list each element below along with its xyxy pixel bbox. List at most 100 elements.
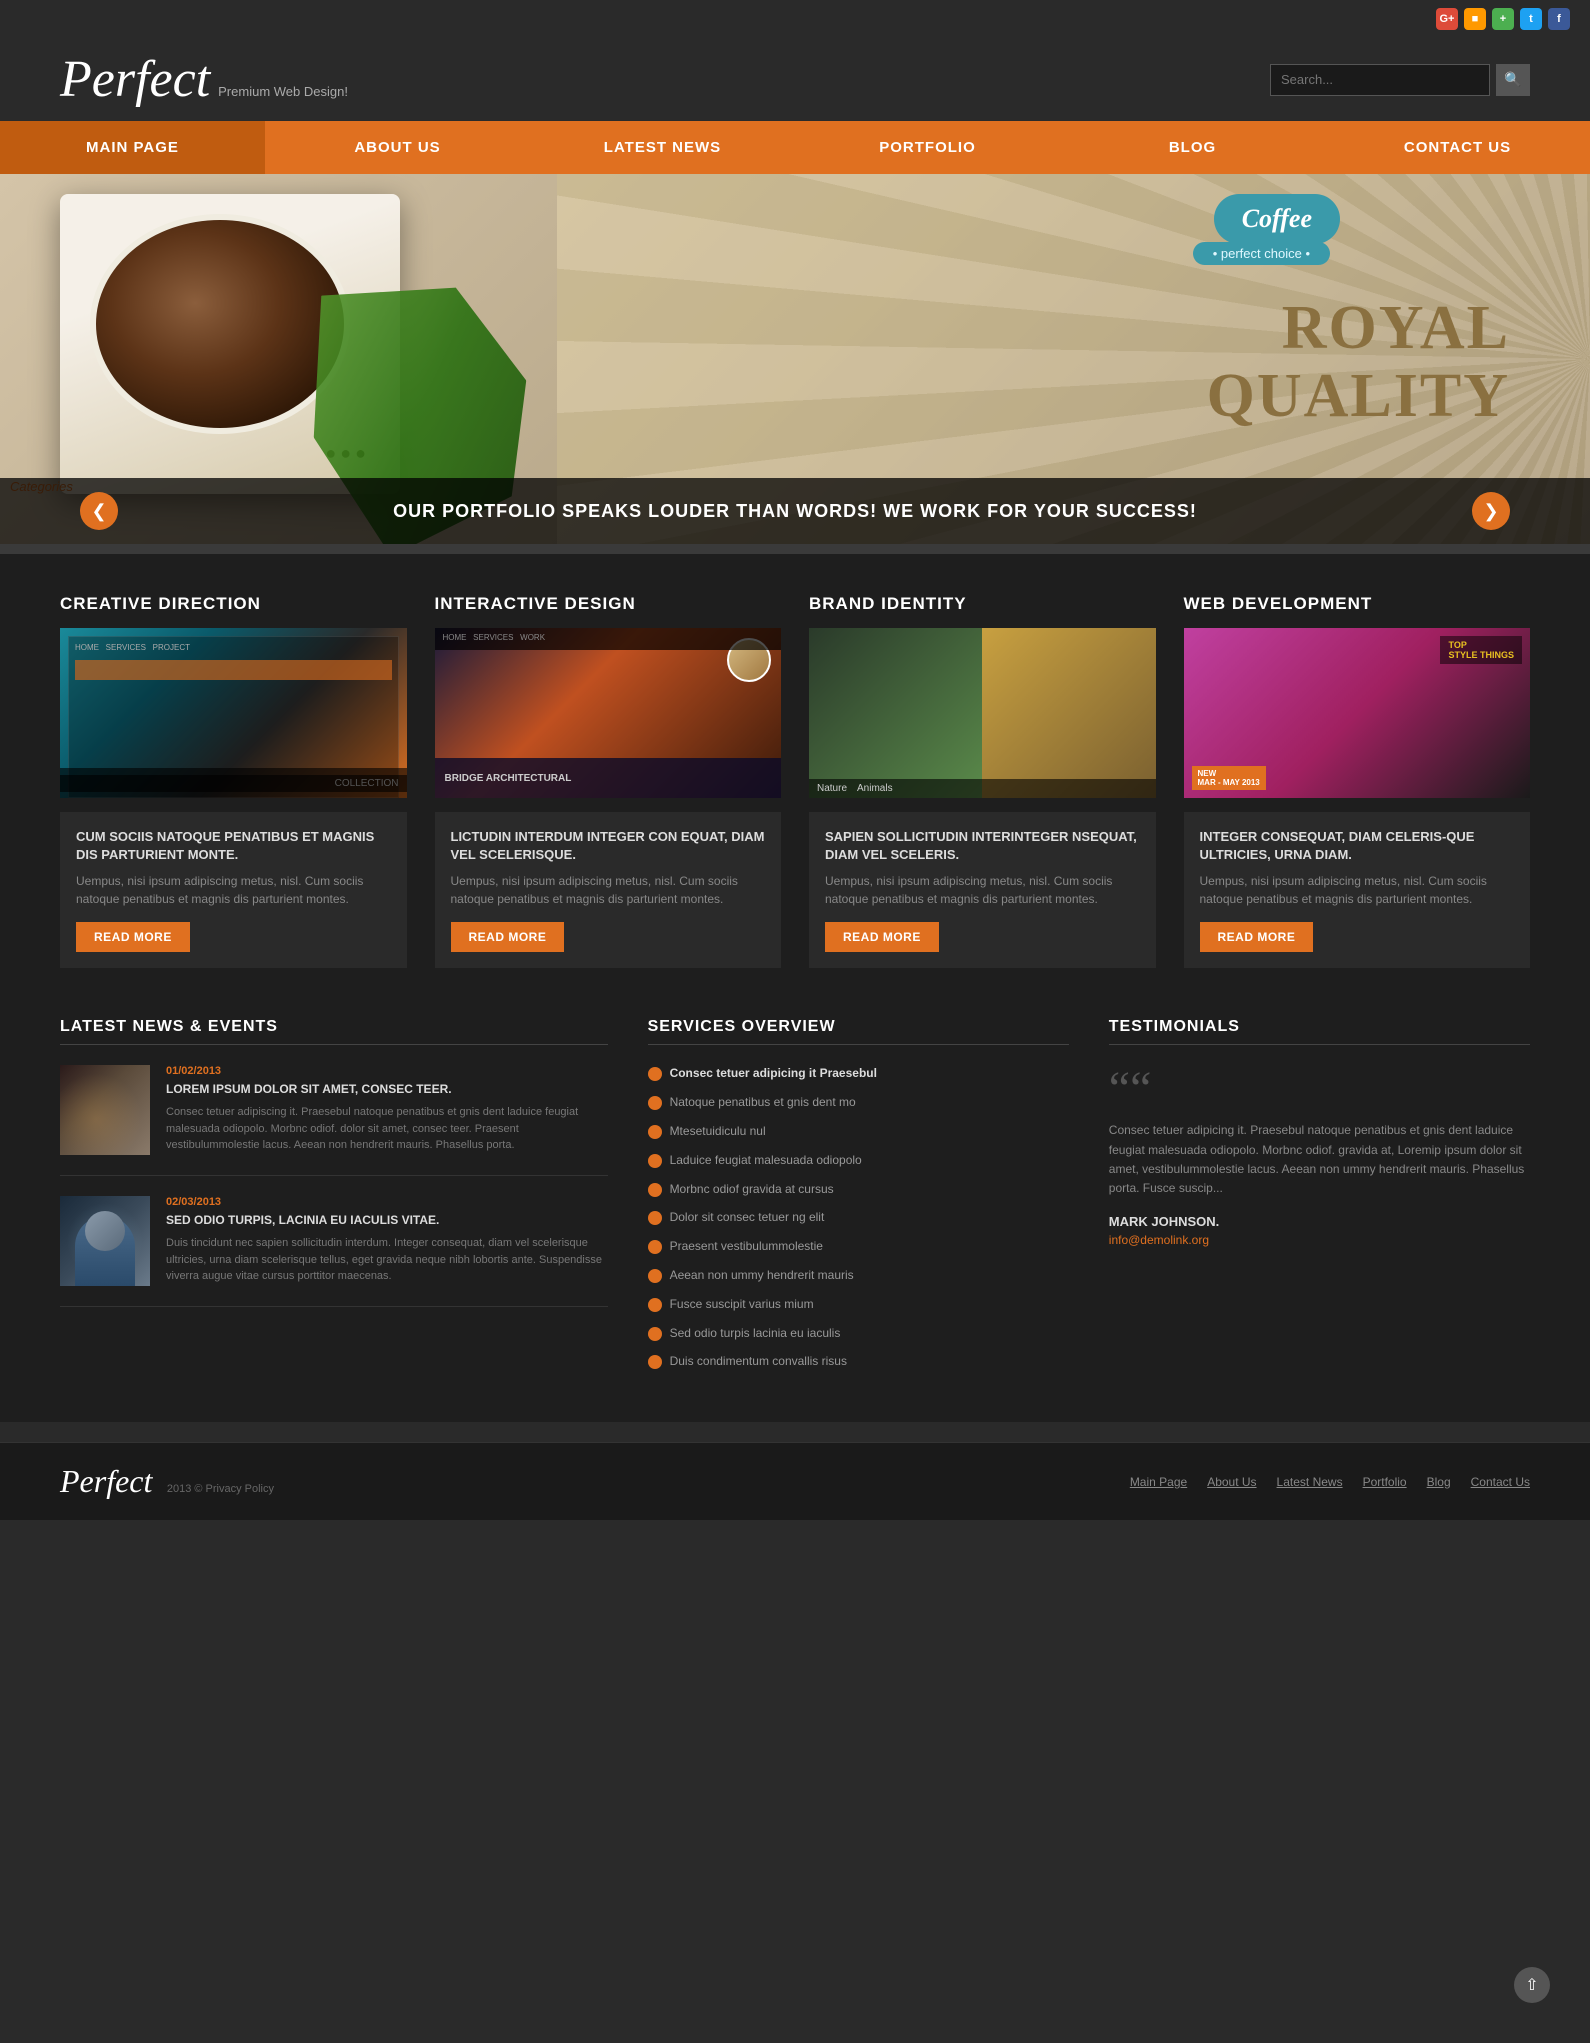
hero-caption-text: OUR PORTFOLIO SPEAKS LOUDER THAN WORDS! … <box>118 501 1472 522</box>
testimonials-title: TESTIMONIALS <box>1109 1018 1530 1045</box>
brand-identity-read-more[interactable]: Read More <box>825 922 939 952</box>
bottom-section: LATEST NEWS & EVENTS 01/02/2013 LOREM IP… <box>60 1018 1530 1382</box>
twitter-icon[interactable]: t <box>1520 8 1542 30</box>
service-dot-7 <box>648 1269 662 1283</box>
service-text-4: Morbnc odiof gravida at cursus <box>670 1181 834 1198</box>
service-text-10: Duis condimentum convallis risus <box>670 1353 847 1370</box>
service-text-6: Praesent vestibulummolestie <box>670 1238 823 1255</box>
web-development-read-more[interactable]: Read More <box>1200 922 1314 952</box>
facebook-icon[interactable]: f <box>1548 8 1570 30</box>
news-title-1: LOREM IPSUM DOLOR SIT AMET, CONSEC TEER. <box>166 1081 608 1098</box>
creative-direction-image: HOME SERVICES PROJECT COLLECTION <box>60 628 407 798</box>
web-development-image: TOPSTYLE THINGS NEWMAR - MAY 2013 <box>1184 628 1531 798</box>
hero-next-button[interactable]: ❯ <box>1472 492 1510 530</box>
social-green-icon[interactable]: + <box>1492 8 1514 30</box>
service-columns: CREATIVE DIRECTION HOME SERVICES PROJECT… <box>60 594 1530 968</box>
service-text-9: Sed odio turpis lacinia eu iaculis <box>670 1325 841 1342</box>
latest-news-section: LATEST NEWS & EVENTS 01/02/2013 LOREM IP… <box>60 1018 608 1382</box>
news-date-1: 01/02/2013 <box>166 1065 608 1077</box>
footer-nav-contact[interactable]: Contact Us <box>1471 1475 1530 1489</box>
testimonial-text: Consec tetuer adipicing it. Praesebul na… <box>1109 1121 1530 1198</box>
rss-icon[interactable]: ■ <box>1464 8 1486 30</box>
brand-identity-image: Nature Animals <box>809 628 1156 798</box>
creative-direction-card-title: CUM SOCIIS NATOQUE PENATIBUS ET MAGNIS D… <box>76 828 391 864</box>
coffee-badge: Coffee <box>1214 194 1340 244</box>
news-content-2: 02/03/2013 SED ODIO TURPIS, LACINIA EU I… <box>166 1196 608 1286</box>
services-section: SERVICES OVERVIEW Consec tetuer adipicin… <box>648 1018 1069 1382</box>
nav-contact-us[interactable]: CONTACT US <box>1325 121 1590 174</box>
news-item-1: 01/02/2013 LOREM IPSUM DOLOR SIT AMET, C… <box>60 1065 608 1176</box>
news-image-2 <box>60 1196 150 1286</box>
search-button[interactable]: 🔍 <box>1496 64 1530 96</box>
service-item-9: Sed odio turpis lacinia eu iaculis <box>648 1325 1069 1342</box>
web-development-card-title: INTEGER CONSEQUAT, DIAM CELERIS-QUE ULTR… <box>1200 828 1515 864</box>
brand-identity-card-text: Uempus, nisi ipsum adipiscing metus, nis… <box>825 872 1140 908</box>
nav-about-us[interactable]: ABOUT US <box>265 121 530 174</box>
scroll-to-top-button[interactable]: ⇧ <box>1514 1967 1550 2003</box>
creative-direction-card: CUM SOCIIS NATOQUE PENATIBUS ET MAGNIS D… <box>60 812 407 968</box>
hero-prev-button[interactable]: ❮ <box>80 492 118 530</box>
news-image-1 <box>60 1065 150 1155</box>
nav-latest-news[interactable]: LATEST NEWS <box>530 121 795 174</box>
testimonial-author: MARK JOHNSON. <box>1109 1214 1530 1229</box>
service-dot-6 <box>648 1240 662 1254</box>
footer-copyright: 2013 © Privacy Policy <box>167 1483 274 1495</box>
service-dot-0 <box>648 1067 662 1081</box>
nav-portfolio[interactable]: PORTFOLIO <box>795 121 1060 174</box>
service-item-1: Natoque penatibus et gnis dent mo <box>648 1094 1069 1111</box>
brand-identity-section: BRAND IDENTITY Nature Animals SAPIEN SOL… <box>809 594 1156 968</box>
service-dot-10 <box>648 1355 662 1369</box>
logo-subtitle: Premium Web Design! <box>218 84 348 99</box>
logo: Perfect <box>60 50 210 109</box>
google-plus-icon[interactable]: G+ <box>1436 8 1458 30</box>
service-dot-1 <box>648 1096 662 1110</box>
coffee-tagline: • perfect choice • <box>1193 242 1330 265</box>
footer-left: Perfect 2013 © Privacy Policy <box>60 1463 274 1500</box>
nav-blog[interactable]: BLOG <box>1060 121 1325 174</box>
footer-logo: Perfect <box>60 1463 152 1499</box>
service-item-5: Dolor sit consec tetuer ng elit <box>648 1209 1069 1226</box>
latest-news-title: LATEST NEWS & EVENTS <box>60 1018 608 1045</box>
header: Perfect Premium Web Design! 🔍 <box>0 38 1590 121</box>
interactive-design-card-title: LICTUDIN INTERDUM INTEGER CON EQUAT, DIA… <box>451 828 766 864</box>
search-wrap: 🔍 <box>1270 64 1530 96</box>
web-development-section: WEB DEVELOPMENT TOPSTYLE THINGS NEWMAR -… <box>1184 594 1531 968</box>
creative-direction-title: CREATIVE DIRECTION <box>60 594 407 614</box>
service-dot-2 <box>648 1125 662 1139</box>
news-item-2: 02/03/2013 SED ODIO TURPIS, LACINIA EU I… <box>60 1196 608 1307</box>
service-text-7: Aeean non ummy hendrerit mauris <box>670 1267 854 1284</box>
creative-direction-read-more[interactable]: Read More <box>76 922 190 952</box>
news-text-2: Duis tincidunt nec sapien sollicitudin i… <box>166 1235 608 1285</box>
service-dot-8 <box>648 1298 662 1312</box>
nav-main-page[interactable]: MAIN PAGE <box>0 121 265 174</box>
service-item-8: Fusce suscipit varius mium <box>648 1296 1069 1313</box>
interactive-design-title: INTERACTIVE DESIGN <box>435 594 782 614</box>
news-date-2: 02/03/2013 <box>166 1196 608 1208</box>
service-text-1: Natoque penatibus et gnis dent mo <box>670 1094 856 1111</box>
royal-quality-text: ROYAL QUALITY <box>1207 294 1510 430</box>
search-input[interactable] <box>1270 64 1490 96</box>
footer-nav-news[interactable]: Latest News <box>1277 1475 1343 1489</box>
creative-direction-card-text: Uempus, nisi ipsum adipiscing metus, nis… <box>76 872 391 908</box>
service-dot-5 <box>648 1211 662 1225</box>
web-development-title: WEB DEVELOPMENT <box>1184 594 1531 614</box>
service-text-3: Laduice feugiat malesuada odiopolo <box>670 1152 862 1169</box>
service-item-0: Consec tetuer adipicing it Praesebul <box>648 1065 1069 1082</box>
main-content: CREATIVE DIRECTION HOME SERVICES PROJECT… <box>0 554 1590 1422</box>
interactive-design-card-text: Uempus, nisi ipsum adipiscing metus, nis… <box>451 872 766 908</box>
service-text-8: Fusce suscipit varius mium <box>670 1296 814 1313</box>
services-list: Consec tetuer adipicing it Praesebul Nat… <box>648 1065 1069 1370</box>
brand-identity-title: BRAND IDENTITY <box>809 594 1156 614</box>
service-dot-3 <box>648 1154 662 1168</box>
service-item-6: Praesent vestibulummolestie <box>648 1238 1069 1255</box>
footer-nav-portfolio[interactable]: Portfolio <box>1363 1475 1407 1489</box>
service-item-4: Morbnc odiof gravida at cursus <box>648 1181 1069 1198</box>
footer-nav-about[interactable]: About Us <box>1207 1475 1256 1489</box>
footer-nav-blog[interactable]: Blog <box>1427 1475 1451 1489</box>
footer-nav-main[interactable]: Main Page <box>1130 1475 1187 1489</box>
interactive-design-image: BRIDGE ARCHITECTURAL HOME SERVICES WORK <box>435 628 782 798</box>
interactive-design-read-more[interactable]: Read More <box>451 922 565 952</box>
hero-caption-bar: ❮ OUR PORTFOLIO SPEAKS LOUDER THAN WORDS… <box>0 478 1590 544</box>
main-nav: MAIN PAGE ABOUT US LATEST NEWS PORTFOLIO… <box>0 121 1590 174</box>
web-development-card-text: Uempus, nisi ipsum adipiscing metus, nis… <box>1200 872 1515 908</box>
